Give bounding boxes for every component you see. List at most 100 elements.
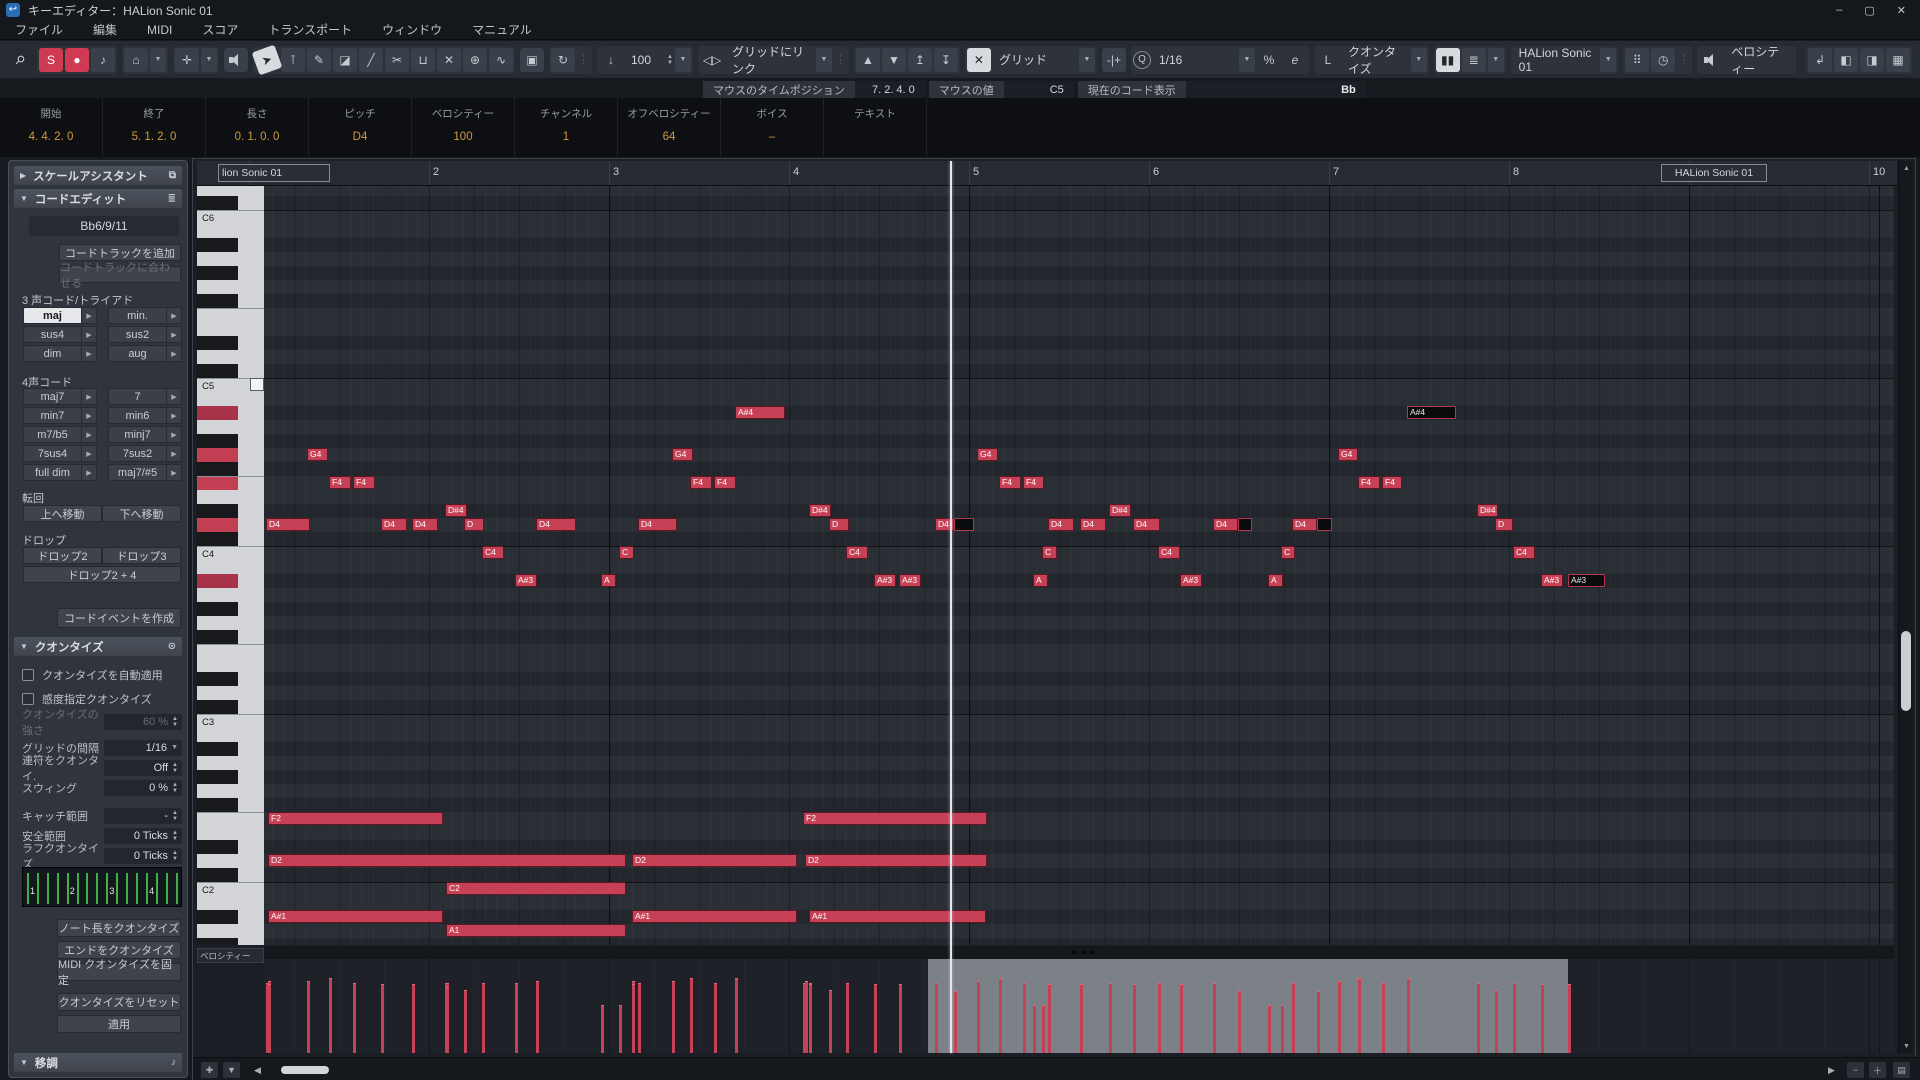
midi-note-A#3[interactable]: A#3	[1180, 574, 1202, 587]
splitter-dashes-icon[interactable]	[1072, 951, 1098, 954]
midi-note-D#4[interactable]: D#4	[1109, 504, 1131, 517]
velocity-bar[interactable]	[1180, 984, 1183, 1053]
midi-note-D4[interactable]: D4	[412, 518, 438, 531]
minimize-button[interactable]: –	[1836, 4, 1842, 17]
chord-play-arrow-icon[interactable]: ▶	[166, 308, 181, 323]
velocity-bar[interactable]	[632, 984, 635, 1053]
timeline-ruler[interactable]: lion Sonic 01 HALion Sonic 01 234567810	[197, 161, 1897, 186]
velocity-bar[interactable]	[1033, 1005, 1036, 1053]
controller-speaker-icon[interactable]	[1699, 48, 1723, 72]
chord-button-min7[interactable]: min7▶	[23, 407, 97, 424]
piano-key-D2[interactable]	[197, 854, 264, 868]
quantize-setting-value[interactable]: 0 %▲▼	[104, 780, 182, 796]
velocity-bar[interactable]	[1292, 983, 1295, 1053]
nudge-down-icon[interactable]: ▼	[882, 48, 906, 72]
midi-note-G4[interactable]: G4	[307, 448, 328, 461]
midi-note-A1[interactable]: A1	[446, 924, 626, 937]
zoom-in-button[interactable]: ＋	[1869, 1062, 1886, 1078]
midi-note-D4[interactable]: D4	[1213, 518, 1238, 531]
velocity-bar[interactable]	[482, 983, 485, 1053]
info-field-value[interactable]: 0. 1. 0. 0	[235, 131, 280, 143]
transpose-header[interactable]: ▼ 移調 ♪	[14, 1053, 182, 1072]
velocity-bar[interactable]	[515, 983, 518, 1053]
scroll-left-icon[interactable]: ◀	[249, 1062, 266, 1078]
edit-active-part-icon[interactable]: ≣	[1462, 48, 1486, 72]
velocity-bar[interactable]	[1238, 991, 1241, 1053]
piano-key-D#4[interactable]	[197, 504, 264, 518]
velocity-bar[interactable]	[999, 978, 1002, 1053]
velocity-bar[interactable]	[805, 981, 808, 1053]
horizontal-scrollbar[interactable]: ✚ ▼ ◀ ▶ − ＋ ▤	[193, 1057, 1917, 1080]
piano-key-B5[interactable]	[197, 224, 264, 238]
midi-note-A#1[interactable]: A#1	[809, 910, 986, 923]
menu-item-ウィンドウ[interactable]: ウィンドウ	[367, 20, 457, 39]
piano-key-A#1[interactable]	[197, 910, 264, 924]
independent-loop-button[interactable]: ↻	[551, 48, 575, 72]
piano-key-G#3[interactable]	[197, 602, 264, 616]
link-icon[interactable]: ◁▷	[700, 48, 724, 72]
midi-note-D4[interactable]: D4	[638, 518, 677, 531]
velocity-bar[interactable]	[874, 984, 877, 1053]
chord-play-arrow-icon[interactable]: ▶	[166, 446, 181, 461]
velocity-bar[interactable]	[1023, 983, 1026, 1053]
midi-note-F4[interactable]: F4	[1382, 476, 1402, 489]
chord-button-m7/b5[interactable]: m7/b5▶	[23, 426, 97, 443]
info-field-value[interactable]: –	[769, 131, 775, 143]
match-chord-track-button[interactable]: コードトラックに合わせる	[59, 266, 181, 283]
split-tool[interactable]: ✂	[385, 48, 409, 72]
chord-display-field[interactable]: Bb6/9/11	[29, 216, 179, 236]
velocity-bar[interactable]	[690, 978, 693, 1053]
chord-button-aug[interactable]: aug▶	[108, 345, 182, 362]
piano-key-B4[interactable]	[197, 392, 264, 406]
midi-note-F4[interactable]: F4	[1358, 476, 1380, 489]
velocity-bar[interactable]	[1338, 981, 1341, 1053]
part-edit-dropdown-icon[interactable]: ▼	[201, 48, 217, 72]
velocity-bar[interactable]	[1495, 990, 1498, 1053]
velocity-bar[interactable]	[268, 984, 271, 1053]
autoscroll-dropdown-icon[interactable]: ▼	[150, 48, 166, 72]
length-quantize-value[interactable]: クオンタイズ	[1342, 43, 1409, 77]
midi-note-F4[interactable]: F4	[353, 476, 375, 489]
velocity-bar[interactable]	[446, 987, 449, 1053]
midi-note-D2[interactable]: D2	[268, 854, 626, 867]
midi-note-D4[interactable]	[1317, 518, 1332, 531]
piano-key-G#4[interactable]	[197, 434, 264, 448]
piano-key-C#4[interactable]	[197, 532, 264, 546]
quantize-setting-value[interactable]: 0 Ticks▲▼	[104, 828, 182, 844]
midi-note-D4[interactable]: D4	[1080, 518, 1106, 531]
zoom-preset-icon[interactable]: ▤	[1893, 1062, 1910, 1078]
quantize-setting-value[interactable]: 1/16▼	[104, 740, 182, 756]
vertical-scroll-thumb[interactable]	[1901, 631, 1911, 711]
velocity-bar[interactable]	[412, 984, 415, 1053]
midi-note-D#4[interactable]: D#4	[809, 504, 831, 517]
horizontal-scroll-thumb[interactable]	[281, 1066, 329, 1074]
chord-play-arrow-icon[interactable]: ▶	[81, 327, 96, 342]
open-in-lower-zone-icon[interactable]: ↲	[1808, 48, 1832, 72]
velocity-bar[interactable]	[1281, 1005, 1284, 1053]
create-chord-event-button[interactable]: コードイベントを作成	[57, 608, 181, 628]
menu-item-トランスポート[interactable]: トランスポート	[253, 20, 367, 39]
quantize-setting-value[interactable]: Off▲▼	[104, 760, 182, 776]
strength-value-field[interactable]: 60 %▲▼	[104, 714, 182, 730]
midi-note-D2[interactable]: D2	[805, 854, 987, 867]
piano-key-G3[interactable]	[197, 616, 264, 630]
velocity-lane-label[interactable]: ベロシティー	[197, 948, 264, 963]
piano-key-D4[interactable]	[197, 518, 264, 532]
midi-note-D2[interactable]: D2	[632, 854, 797, 867]
scroll-right-icon[interactable]: ▶	[1823, 1062, 1840, 1078]
link-dropdown-icon[interactable]: ▼	[816, 48, 832, 72]
drop-button[interactable]: ドロップ3	[102, 547, 181, 564]
nudge-top-icon[interactable]: ↥	[908, 48, 932, 72]
object-selection-tool[interactable]: ➤	[252, 44, 283, 75]
velocity-bar[interactable]	[809, 984, 812, 1053]
midi-note-D4[interactable]: D4	[536, 518, 576, 531]
menu-item-MIDI[interactable]: MIDI	[132, 20, 187, 39]
part-label-left[interactable]: lion Sonic 01	[218, 164, 330, 182]
midi-note-A#3[interactable]: A	[1033, 574, 1048, 587]
midi-note-D4[interactable]	[1238, 518, 1252, 531]
chord-button-min6[interactable]: min6▶	[108, 407, 182, 424]
quantize-setting-value[interactable]: 0 Ticks▲▼	[104, 848, 182, 864]
info-field-value[interactable]: 4. 4. 2. 0	[29, 131, 74, 143]
inversion-button[interactable]: 上へ移動	[23, 505, 102, 522]
piano-key-C#2[interactable]	[197, 868, 264, 882]
